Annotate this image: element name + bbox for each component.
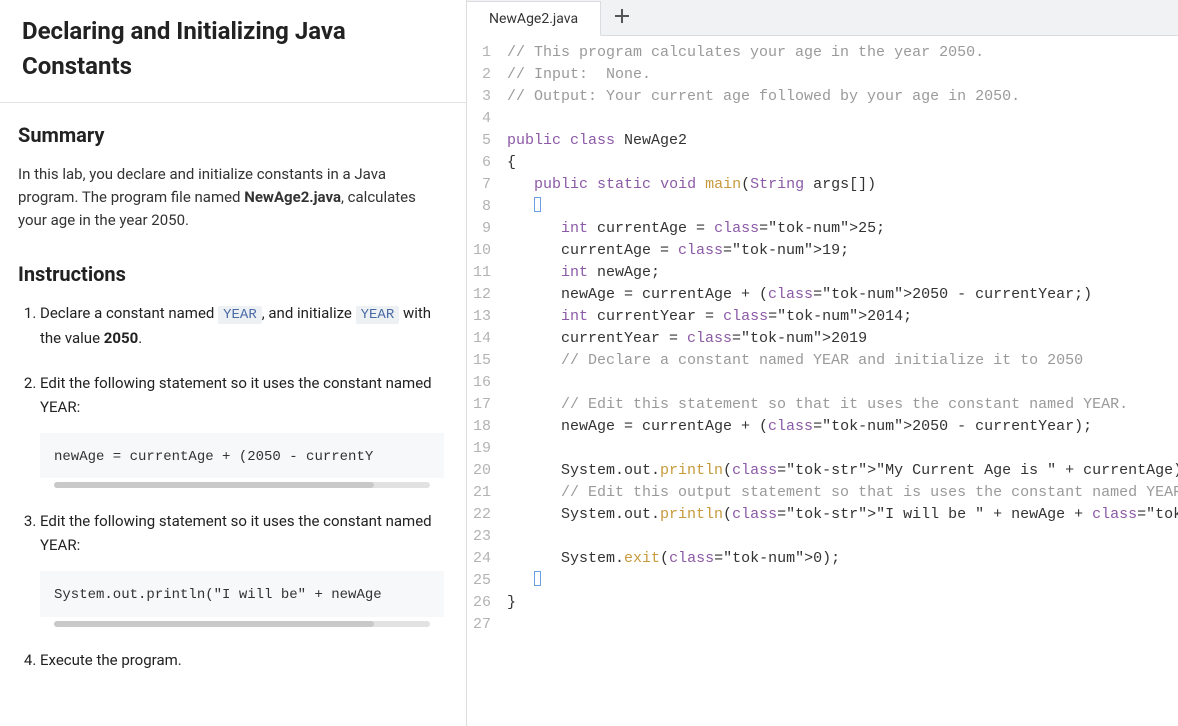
step1-text-a: Declare a constant named — [40, 304, 218, 322]
step1-text-b: , and initialize — [262, 304, 356, 322]
step1-value: 2050 — [104, 329, 138, 347]
step3-codeblock: System.out.println("I will be" + newAge — [40, 571, 444, 617]
plus-icon — [615, 9, 629, 27]
line-number: 24 — [467, 548, 493, 570]
summary-heading: Summary — [18, 123, 444, 147]
line-number: 12 — [467, 284, 493, 306]
code-line[interactable]: currentYear = class="tok-num">2019 — [507, 328, 1178, 350]
line-number: 25 — [467, 570, 493, 592]
line-number: 9 — [467, 218, 493, 240]
line-number: 14 — [467, 328, 493, 350]
code-line[interactable]: System.out.println(class="tok-str">"I wi… — [507, 504, 1178, 526]
code-line[interactable] — [507, 372, 1178, 394]
code-line[interactable]: { — [507, 152, 1178, 174]
line-number: 13 — [467, 306, 493, 328]
line-number: 6 — [467, 152, 493, 174]
line-number: 10 — [467, 240, 493, 262]
code-line[interactable] — [507, 570, 1178, 592]
code-line[interactable] — [507, 196, 1178, 218]
step1-keyword-year-2: YEAR — [356, 306, 400, 324]
line-number: 18 — [467, 416, 493, 438]
code-line[interactable]: currentAge = class="tok-num">19; — [507, 240, 1178, 262]
code-line[interactable] — [507, 438, 1178, 460]
code-line[interactable]: // Edit this output statement so that is… — [507, 482, 1178, 504]
instruction-step-3: Edit the following statement so it uses … — [40, 510, 444, 626]
code-line[interactable]: newAge = currentAge + (class="tok-num">2… — [507, 284, 1178, 306]
step3-text: Edit the following statement so it uses … — [40, 512, 432, 553]
step2-text: Edit the following statement so it uses … — [40, 374, 432, 415]
line-number: 16 — [467, 372, 493, 394]
code-line[interactable]: // Declare a constant named YEAR and ini… — [507, 350, 1178, 372]
page-title: Declaring and Initializing Java Constant… — [0, 0, 466, 103]
line-number: 11 — [467, 262, 493, 284]
editor-tab-active[interactable]: NewAge2.java — [467, 1, 601, 36]
new-tab-button[interactable] — [601, 0, 643, 35]
code-line[interactable] — [507, 108, 1178, 130]
code-area[interactable]: // This program calculates your age in t… — [501, 36, 1178, 726]
line-number: 7 — [467, 174, 493, 196]
editor-panel: NewAge2.java 123456789101112131415161718… — [467, 0, 1178, 726]
line-number: 4 — [467, 108, 493, 130]
code-line[interactable] — [507, 614, 1178, 636]
code-line[interactable]: public static void main(String args[]) — [507, 174, 1178, 196]
line-number: 26 — [467, 592, 493, 614]
instruction-step-2: Edit the following statement so it uses … — [40, 372, 444, 488]
line-number: 27 — [467, 614, 493, 636]
code-line[interactable]: public class NewAge2 — [507, 130, 1178, 152]
instructions-heading: Instructions — [18, 262, 444, 286]
line-number: 5 — [467, 130, 493, 152]
code-line[interactable]: // Edit this statement so that it uses t… — [507, 394, 1178, 416]
step1-text-d: . — [138, 329, 142, 347]
line-number: 8 — [467, 196, 493, 218]
code-line[interactable] — [507, 526, 1178, 548]
code-line[interactable]: System.out.println(class="tok-str">"My C… — [507, 460, 1178, 482]
code-line[interactable]: // Output: Your current age followed by … — [507, 86, 1178, 108]
step2-codeblock: newAge = currentAge + (2050 - currentY — [40, 433, 444, 479]
editor-tab-label: NewAge2.java — [489, 11, 578, 27]
line-number: 3 — [467, 86, 493, 108]
code-line[interactable]: // Input: None. — [507, 64, 1178, 86]
summary-paragraph: In this lab, you declare and initialize … — [18, 163, 444, 233]
code-line[interactable]: System.exit(class="tok-num">0); — [507, 548, 1178, 570]
code-line[interactable]: int newAge; — [507, 262, 1178, 284]
editor-tabbar: NewAge2.java — [467, 0, 1178, 36]
instruction-step-1: Declare a constant named YEAR, and initi… — [40, 302, 444, 350]
line-number: 15 — [467, 350, 493, 372]
code-line[interactable]: } — [507, 592, 1178, 614]
code-editor[interactable]: 1234567891011121314151617181920212223242… — [467, 36, 1178, 726]
line-number: 17 — [467, 394, 493, 416]
scrollbar-horizontal[interactable] — [54, 621, 430, 627]
line-number: 2 — [467, 64, 493, 86]
scrollbar-horizontal[interactable] — [54, 482, 430, 488]
step1-keyword-year-1: YEAR — [218, 306, 262, 324]
instructions-panel: Declaring and Initializing Java Constant… — [0, 0, 467, 726]
instruction-step-4: Execute the program. — [40, 649, 444, 672]
line-number: 20 — [467, 460, 493, 482]
line-number: 1 — [467, 42, 493, 64]
line-number: 22 — [467, 504, 493, 526]
code-line[interactable]: newAge = currentAge + (class="tok-num">2… — [507, 416, 1178, 438]
line-number: 21 — [467, 482, 493, 504]
instructions-list: Declare a constant named YEAR, and initi… — [18, 302, 444, 672]
line-number: 23 — [467, 526, 493, 548]
code-line[interactable]: int currentAge = class="tok-num">25; — [507, 218, 1178, 240]
code-line[interactable]: int currentYear = class="tok-num">2014; — [507, 306, 1178, 328]
code-line[interactable]: // This program calculates your age in t… — [507, 42, 1178, 64]
line-number: 19 — [467, 438, 493, 460]
line-number-gutter: 1234567891011121314151617181920212223242… — [467, 36, 501, 726]
summary-filename: NewAge2.java — [244, 188, 341, 206]
